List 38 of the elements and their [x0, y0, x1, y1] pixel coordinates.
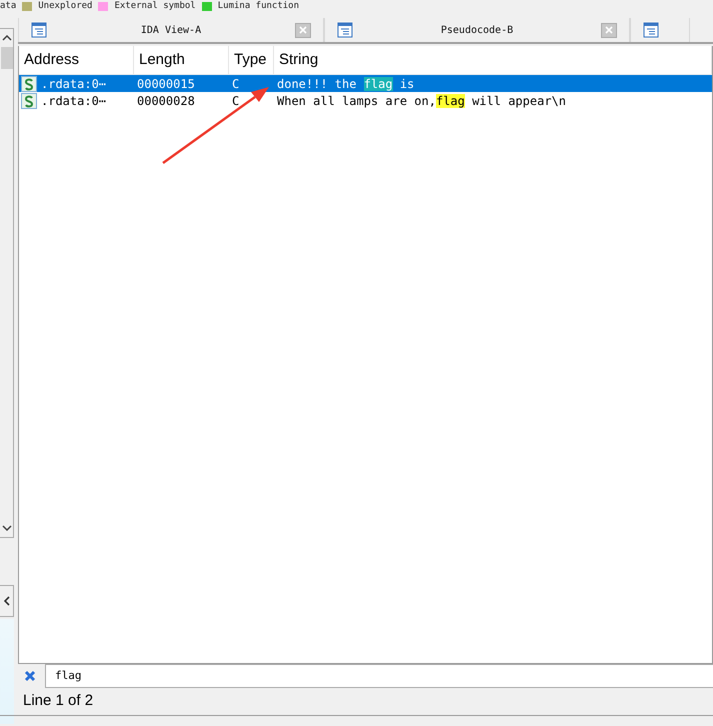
close-icon — [605, 26, 613, 34]
close-button[interactable] — [295, 22, 311, 38]
scrollbar-thumb[interactable] — [0, 47, 12, 69]
tab[interactable]: Pseudocode-B — [324, 18, 630, 42]
table-cell-text: When all lamps are on,flag will appear\n — [276, 94, 568, 108]
document-icon — [337, 22, 353, 38]
status-text: Line 1 of 2 — [22, 691, 94, 711]
search-field[interactable]: flag — [45, 664, 713, 688]
column-header[interactable]: String — [274, 46, 712, 74]
collapse-button[interactable] — [0, 585, 14, 617]
document-icon — [31, 22, 47, 38]
table-cell-text: C — [231, 76, 240, 90]
document-icon — [643, 22, 659, 38]
tab[interactable]: IDA View-A — [18, 18, 324, 42]
table-cell-text: 00000028 — [136, 94, 196, 108]
table-row[interactable]: .rdata:0⋯ 00000015 C done!!! the flag is — [19, 75, 712, 92]
chevron-left-icon — [4, 596, 10, 606]
legend-label: External symbol — [114, 0, 196, 12]
string-icon — [21, 92, 37, 108]
table-cell: .rdata:0⋯ — [41, 94, 106, 108]
chevron-up-icon[interactable] — [2, 35, 12, 41]
legend-label: Unexplored — [38, 0, 92, 12]
table-cell-text: 00000015 — [136, 76, 196, 90]
table-cell-text: done!!! the flag is — [276, 76, 416, 90]
legend-label: Lumina function — [218, 0, 300, 12]
tab-label: IDA View-A — [140, 24, 202, 36]
close-icon — [299, 26, 307, 34]
close-button[interactable] — [601, 22, 617, 38]
chevron-down-icon[interactable] — [2, 525, 12, 531]
close-icon[interactable] — [24, 670, 36, 682]
table-cell-text: C — [231, 94, 240, 108]
tab[interactable] — [630, 18, 690, 42]
column-header[interactable]: Type — [229, 46, 274, 74]
table-cell: .rdata:0⋯ — [41, 76, 106, 90]
legend-label: ata — [0, 0, 16, 12]
column-header[interactable]: Length — [134, 46, 229, 74]
column-header[interactable]: Address — [19, 46, 134, 74]
tab-label: Pseudocode-B — [440, 24, 514, 36]
